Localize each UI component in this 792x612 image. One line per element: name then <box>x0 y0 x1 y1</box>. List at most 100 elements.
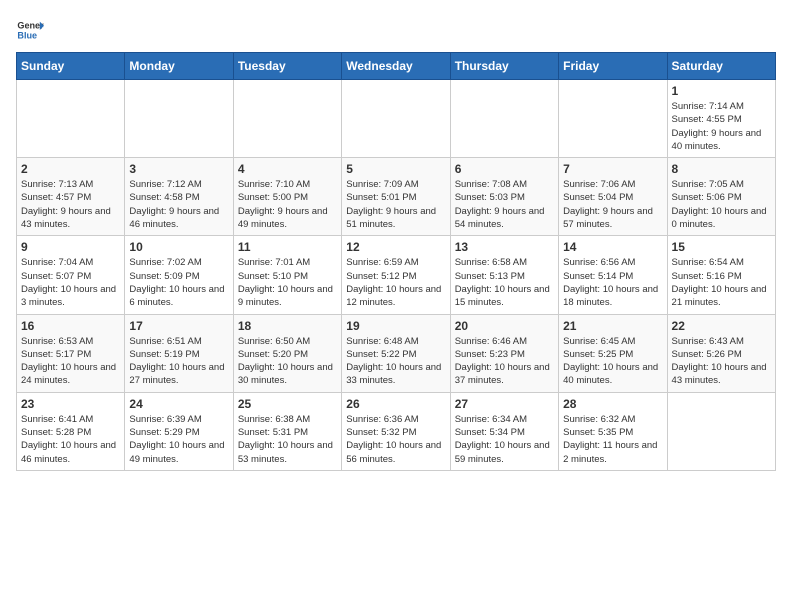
day-info: Sunrise: 6:36 AM Sunset: 5:32 PM Dayligh… <box>346 413 445 466</box>
day-number: 24 <box>129 397 228 411</box>
weekday-header-saturday: Saturday <box>667 53 775 80</box>
day-info: Sunrise: 7:12 AM Sunset: 4:58 PM Dayligh… <box>129 178 228 231</box>
calendar-cell: 27 Sunrise: 6:34 AM Sunset: 5:34 PM Dayli… <box>450 392 558 470</box>
calendar-cell: 23 Sunrise: 6:41 AM Sunset: 5:28 PM Dayli… <box>17 392 125 470</box>
calendar-cell: 26 Sunrise: 6:36 AM Sunset: 5:32 PM Dayli… <box>342 392 450 470</box>
calendar-cell: 14 Sunrise: 6:56 AM Sunset: 5:14 PM Dayli… <box>559 236 667 314</box>
day-info: Sunrise: 6:59 AM Sunset: 5:12 PM Dayligh… <box>346 256 445 309</box>
calendar-cell: 6 Sunrise: 7:08 AM Sunset: 5:03 PM Daylig… <box>450 158 558 236</box>
day-number: 13 <box>455 240 554 254</box>
calendar-table: SundayMondayTuesdayWednesdayThursdayFrid… <box>16 52 776 471</box>
day-number: 15 <box>672 240 771 254</box>
day-number: 7 <box>563 162 662 176</box>
calendar-cell: 4Sunrise: 7:10 AM Sunset: 5:00 PM Daylig… <box>233 158 341 236</box>
day-info: Sunrise: 7:02 AM Sunset: 5:09 PM Dayligh… <box>129 256 228 309</box>
calendar-cell: 3 Sunrise: 7:12 AM Sunset: 4:58 PM Daylig… <box>125 158 233 236</box>
day-number: 20 <box>455 319 554 333</box>
calendar-week-1: 1 Sunrise: 7:14 AM Sunset: 4:55 PM Daylig… <box>17 80 776 158</box>
calendar-cell: 21 Sunrise: 6:45 AM Sunset: 5:25 PM Dayli… <box>559 314 667 392</box>
calendar-cell: 13 Sunrise: 6:58 AM Sunset: 5:13 PM Dayli… <box>450 236 558 314</box>
day-info: Sunrise: 6:56 AM Sunset: 5:14 PM Dayligh… <box>563 256 662 309</box>
calendar-cell: 25Sunrise: 6:38 AM Sunset: 5:31 PM Dayli… <box>233 392 341 470</box>
day-info: Sunrise: 6:53 AM Sunset: 5:17 PM Dayligh… <box>21 335 120 388</box>
calendar-week-2: 2Sunrise: 7:13 AM Sunset: 4:57 PM Daylig… <box>17 158 776 236</box>
day-info: Sunrise: 7:05 AM Sunset: 5:06 PM Dayligh… <box>672 178 771 231</box>
day-number: 23 <box>21 397 120 411</box>
svg-text:Blue: Blue <box>17 30 37 40</box>
day-number: 8 <box>672 162 771 176</box>
day-number: 16 <box>21 319 120 333</box>
day-info: Sunrise: 7:14 AM Sunset: 4:55 PM Dayligh… <box>672 100 771 153</box>
calendar-cell: 17 Sunrise: 6:51 AM Sunset: 5:19 PM Dayli… <box>125 314 233 392</box>
calendar-cell <box>450 80 558 158</box>
calendar-cell <box>125 80 233 158</box>
day-number: 28 <box>563 397 662 411</box>
calendar-cell <box>233 80 341 158</box>
day-info: Sunrise: 6:39 AM Sunset: 5:29 PM Dayligh… <box>129 413 228 466</box>
calendar-cell: 8 Sunrise: 7:05 AM Sunset: 5:06 PM Daylig… <box>667 158 775 236</box>
calendar-header-row: SundayMondayTuesdayWednesdayThursdayFrid… <box>17 53 776 80</box>
day-info: Sunrise: 6:54 AM Sunset: 5:16 PM Dayligh… <box>672 256 771 309</box>
day-number: 14 <box>563 240 662 254</box>
logo: General Blue <box>16 16 48 44</box>
day-number: 2 <box>21 162 120 176</box>
day-number: 21 <box>563 319 662 333</box>
day-info: Sunrise: 7:04 AM Sunset: 5:07 PM Dayligh… <box>21 256 120 309</box>
calendar-week-4: 16 Sunrise: 6:53 AM Sunset: 5:17 PM Dayli… <box>17 314 776 392</box>
calendar-cell: 11 Sunrise: 7:01 AM Sunset: 5:10 PM Dayli… <box>233 236 341 314</box>
calendar-week-3: 9Sunrise: 7:04 AM Sunset: 5:07 PM Daylig… <box>17 236 776 314</box>
day-info: Sunrise: 6:34 AM Sunset: 5:34 PM Dayligh… <box>455 413 554 466</box>
weekday-header-thursday: Thursday <box>450 53 558 80</box>
calendar-cell: 16 Sunrise: 6:53 AM Sunset: 5:17 PM Dayli… <box>17 314 125 392</box>
calendar-cell: 24 Sunrise: 6:39 AM Sunset: 5:29 PM Dayli… <box>125 392 233 470</box>
day-info: Sunrise: 6:41 AM Sunset: 5:28 PM Dayligh… <box>21 413 120 466</box>
calendar-cell <box>342 80 450 158</box>
day-info: Sunrise: 6:43 AM Sunset: 5:26 PM Dayligh… <box>672 335 771 388</box>
weekday-header-sunday: Sunday <box>17 53 125 80</box>
day-number: 27 <box>455 397 554 411</box>
calendar-cell <box>17 80 125 158</box>
day-info: Sunrise: 6:50 AM Sunset: 5:20 PM Dayligh… <box>238 335 337 388</box>
day-info: Sunrise: 6:51 AM Sunset: 5:19 PM Dayligh… <box>129 335 228 388</box>
day-info: Sunrise: 7:06 AM Sunset: 5:04 PM Dayligh… <box>563 178 662 231</box>
logo-icon: General Blue <box>16 16 44 44</box>
day-number: 4 <box>238 162 337 176</box>
calendar-cell: 1 Sunrise: 7:14 AM Sunset: 4:55 PM Daylig… <box>667 80 775 158</box>
calendar-cell: 18 Sunrise: 6:50 AM Sunset: 5:20 PM Dayli… <box>233 314 341 392</box>
weekday-header-wednesday: Wednesday <box>342 53 450 80</box>
calendar-cell: 28 Sunrise: 6:32 AM Sunset: 5:35 PM Dayli… <box>559 392 667 470</box>
calendar-cell: 2Sunrise: 7:13 AM Sunset: 4:57 PM Daylig… <box>17 158 125 236</box>
day-number: 10 <box>129 240 228 254</box>
weekday-header-tuesday: Tuesday <box>233 53 341 80</box>
day-number: 3 <box>129 162 228 176</box>
calendar-cell: 20 Sunrise: 6:46 AM Sunset: 5:23 PM Dayli… <box>450 314 558 392</box>
day-info: Sunrise: 6:46 AM Sunset: 5:23 PM Dayligh… <box>455 335 554 388</box>
day-info: Sunrise: 6:48 AM Sunset: 5:22 PM Dayligh… <box>346 335 445 388</box>
day-info: Sunrise: 7:08 AM Sunset: 5:03 PM Dayligh… <box>455 178 554 231</box>
weekday-header-friday: Friday <box>559 53 667 80</box>
day-number: 22 <box>672 319 771 333</box>
day-number: 6 <box>455 162 554 176</box>
calendar-cell: 7 Sunrise: 7:06 AM Sunset: 5:04 PM Daylig… <box>559 158 667 236</box>
calendar-cell: 9Sunrise: 7:04 AM Sunset: 5:07 PM Daylig… <box>17 236 125 314</box>
calendar-cell <box>667 392 775 470</box>
day-info: Sunrise: 7:01 AM Sunset: 5:10 PM Dayligh… <box>238 256 337 309</box>
day-info: Sunrise: 6:58 AM Sunset: 5:13 PM Dayligh… <box>455 256 554 309</box>
day-number: 1 <box>672 84 771 98</box>
day-number: 26 <box>346 397 445 411</box>
day-number: 5 <box>346 162 445 176</box>
calendar-cell: 12Sunrise: 6:59 AM Sunset: 5:12 PM Dayli… <box>342 236 450 314</box>
day-number: 17 <box>129 319 228 333</box>
weekday-header-monday: Monday <box>125 53 233 80</box>
calendar-cell: 15 Sunrise: 6:54 AM Sunset: 5:16 PM Dayli… <box>667 236 775 314</box>
calendar-cell: 22 Sunrise: 6:43 AM Sunset: 5:26 PM Dayli… <box>667 314 775 392</box>
calendar-cell: 5Sunrise: 7:09 AM Sunset: 5:01 PM Daylig… <box>342 158 450 236</box>
calendar-week-5: 23 Sunrise: 6:41 AM Sunset: 5:28 PM Dayli… <box>17 392 776 470</box>
day-number: 18 <box>238 319 337 333</box>
calendar-cell: 19 Sunrise: 6:48 AM Sunset: 5:22 PM Dayli… <box>342 314 450 392</box>
day-info: Sunrise: 6:32 AM Sunset: 5:35 PM Dayligh… <box>563 413 662 466</box>
day-number: 11 <box>238 240 337 254</box>
day-number: 25 <box>238 397 337 411</box>
day-info: Sunrise: 6:45 AM Sunset: 5:25 PM Dayligh… <box>563 335 662 388</box>
day-number: 19 <box>346 319 445 333</box>
